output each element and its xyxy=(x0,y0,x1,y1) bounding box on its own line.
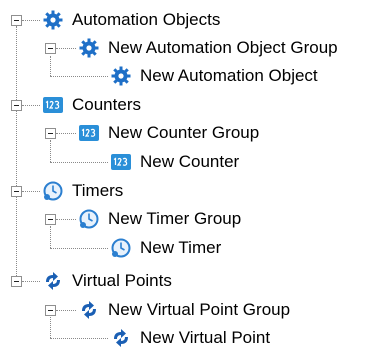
clock-icon xyxy=(42,180,64,202)
collapse-toggle-timers[interactable] xyxy=(11,186,22,197)
node-label: New Automation Object xyxy=(140,66,318,85)
tree-connector xyxy=(50,338,108,339)
node-label: Counters xyxy=(72,95,141,114)
collapse-toggle-counter-group[interactable] xyxy=(45,128,56,139)
tree-connector xyxy=(56,48,76,49)
tree-connector xyxy=(50,76,108,77)
virtual-point-arrows-icon xyxy=(42,270,64,292)
tree-connector xyxy=(56,219,76,220)
clock-icon xyxy=(110,237,132,259)
tree-root-connector xyxy=(16,26,17,284)
gear-icon xyxy=(42,9,64,31)
node-virtual-points[interactable]: Virtual Points xyxy=(42,269,172,293)
node-automation-objects[interactable]: Automation Objects xyxy=(42,8,220,32)
node-virtual-point-group[interactable]: New Virtual Point Group xyxy=(78,298,290,322)
node-label: Timers xyxy=(72,181,124,200)
gear-icon xyxy=(78,37,100,59)
virtual-point-arrows-icon xyxy=(78,299,100,321)
virtual-point-arrows-icon xyxy=(110,327,132,349)
tree-connector xyxy=(50,248,108,249)
node-label: New Virtual Point xyxy=(140,328,271,347)
node-timer-group[interactable]: New Timer Group xyxy=(78,207,241,231)
tree-connector xyxy=(22,20,40,21)
node-label: Virtual Points xyxy=(72,271,172,290)
counter-123-icon xyxy=(110,151,132,173)
node-label: New Automation Object Group xyxy=(108,38,338,57)
node-virtual-point[interactable]: New Virtual Point xyxy=(110,326,270,350)
node-counters[interactable]: Counters xyxy=(42,93,141,117)
counter-123-icon xyxy=(78,122,100,144)
tree-connector xyxy=(56,310,76,311)
tree-connector xyxy=(50,140,51,162)
node-counter-group[interactable]: New Counter Group xyxy=(78,121,259,145)
node-label: New Virtual Point Group xyxy=(108,300,291,319)
tree-connector xyxy=(22,281,40,282)
tree-connector xyxy=(22,105,40,106)
node-automation-group[interactable]: New Automation Object Group xyxy=(78,36,338,60)
tree-connector xyxy=(56,133,76,134)
node-label: New Counter xyxy=(140,152,240,171)
tree-connector xyxy=(50,226,51,248)
node-automation-object[interactable]: New Automation Object xyxy=(110,64,318,88)
collapse-toggle-automation[interactable] xyxy=(11,15,22,26)
collapse-toggle-timer-group[interactable] xyxy=(45,214,56,225)
node-timers[interactable]: Timers xyxy=(42,179,123,203)
node-label: New Counter Group xyxy=(108,123,260,142)
object-tree: Automation Objects New Automation Object… xyxy=(0,0,366,350)
counter-123-icon xyxy=(42,94,64,116)
node-label: Automation Objects xyxy=(72,10,221,29)
node-label: New Timer xyxy=(140,238,222,257)
tree-connector xyxy=(22,191,40,192)
node-counter[interactable]: New Counter xyxy=(110,150,239,174)
collapse-toggle-automation-group[interactable] xyxy=(45,43,56,54)
tree-connector xyxy=(50,317,51,338)
collapse-toggle-virtual-point-group[interactable] xyxy=(45,305,56,316)
clock-icon xyxy=(78,208,100,230)
collapse-toggle-virtual-points[interactable] xyxy=(11,276,22,287)
tree-connector xyxy=(50,162,108,163)
collapse-toggle-counters[interactable] xyxy=(11,100,22,111)
node-label: New Timer Group xyxy=(108,209,242,228)
tree-connector xyxy=(50,56,51,76)
gear-icon xyxy=(110,65,132,87)
node-timer[interactable]: New Timer xyxy=(110,236,221,260)
